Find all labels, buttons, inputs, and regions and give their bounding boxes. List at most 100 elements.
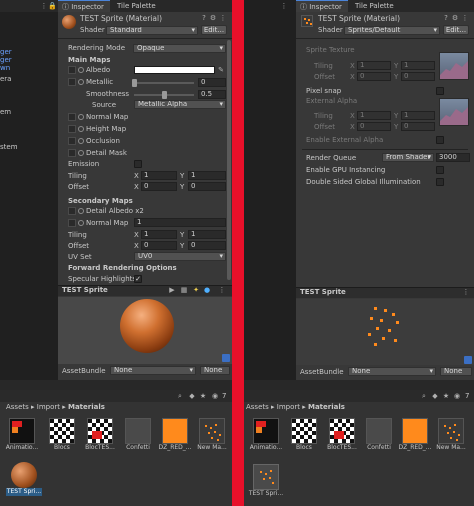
hierarchy-item[interactable]: em <box>0 108 11 117</box>
tiling-y-field[interactable]: 1 <box>401 61 435 70</box>
object-picker-icon[interactable] <box>78 208 84 214</box>
smoothness-value-field[interactable]: 0.5 <box>198 90 226 99</box>
asset-bloctest[interactable]: BlocTES... <box>82 418 118 452</box>
asset-blocs[interactable]: Blocs <box>44 418 80 452</box>
more-icon[interactable]: ⋮ <box>218 286 226 294</box>
asset-dz-red[interactable]: DZ_RED_... <box>397 418 433 452</box>
eye-icon[interactable]: ◉ <box>452 392 462 400</box>
more-icon[interactable]: ⋮ <box>461 14 469 22</box>
object-picker-icon[interactable] <box>78 138 84 144</box>
ext-offset-y-field[interactable]: 0 <box>401 122 435 131</box>
breadcrumb-materials[interactable]: Materials <box>68 403 105 411</box>
asset-dz-red[interactable]: DZ_RED_... <box>157 418 193 452</box>
ext-tiling-y-field[interactable]: 1 <box>401 111 435 120</box>
render-queue-mode-dropdown[interactable]: From Shader ▾ <box>382 153 434 162</box>
ext-offset-x-field[interactable]: 0 <box>357 122 391 131</box>
offset-x-field[interactable]: 0 <box>357 72 391 81</box>
offset-y-field[interactable]: 0 <box>188 182 226 191</box>
eyedropper-icon[interactable]: ✎ <box>217 66 225 74</box>
asset-blocs[interactable]: Blocs <box>286 418 322 452</box>
height-map-slot[interactable] <box>68 125 76 133</box>
asset-test-sprite[interactable]: TEST Spri... <box>6 462 42 496</box>
hierarchy-item[interactable]: wn <box>0 64 10 73</box>
offset-x-field[interactable]: 0 <box>141 182 177 191</box>
hierarchy-item[interactable]: stem <box>0 143 18 152</box>
albedo-texture-slot[interactable] <box>68 66 76 74</box>
more-icon[interactable]: ⋮ <box>462 288 470 296</box>
assetbundle-variant-dropdown[interactable]: None <box>440 367 472 376</box>
object-picker-icon[interactable] <box>78 126 84 132</box>
tiling2-x-field[interactable]: 1 <box>141 230 177 239</box>
kebab-menu-icon[interactable]: ⋮ <box>40 2 48 10</box>
uv-set-dropdown[interactable]: UV0 ▾ <box>134 252 226 261</box>
light-icon[interactable]: ✦ <box>192 286 200 294</box>
object-picker-icon[interactable] <box>78 67 84 73</box>
occlusion-slot[interactable] <box>68 137 76 145</box>
sprite-texture-thumbnail[interactable] <box>439 52 469 80</box>
render-queue-value-field[interactable]: 3000 <box>436 153 470 162</box>
object-picker-icon[interactable] <box>78 150 84 156</box>
color-wheel-icon[interactable]: ● <box>203 286 211 294</box>
normal-map-2-slot[interactable] <box>68 219 76 227</box>
tab-inspector[interactable]: ⓘ Inspector <box>58 0 110 12</box>
shader-edit-button[interactable]: Edit... <box>443 25 469 35</box>
pixel-snap-checkbox[interactable] <box>436 87 444 95</box>
eye-icon[interactable]: ◉ <box>210 392 220 400</box>
assetbundle-variant-dropdown[interactable]: None <box>200 366 230 375</box>
more-icon[interactable]: ⋮ <box>219 14 227 22</box>
tiling-y-field[interactable]: 1 <box>188 171 226 180</box>
search-icon[interactable]: ⌕ <box>420 392 428 400</box>
tab-inspector[interactable]: ⓘ Inspector <box>296 0 348 12</box>
mesh-select-icon[interactable]: ▦ <box>180 286 188 294</box>
rendering-mode-dropdown[interactable]: Opaque ▾ <box>133 44 226 53</box>
tiling2-y-field[interactable]: 1 <box>188 230 226 239</box>
lock-icon[interactable]: 🔒 <box>48 2 57 10</box>
help-icon[interactable]: ? <box>442 14 450 22</box>
smoothness-slider-handle[interactable] <box>162 91 167 99</box>
hierarchy-item[interactable]: era <box>0 75 11 84</box>
external-alpha-thumbnail[interactable] <box>439 98 469 126</box>
albedo-color-field[interactable] <box>134 66 215 74</box>
asset-bloctest[interactable]: BlocTES... <box>324 418 360 452</box>
source-dropdown[interactable]: Metallic Alpha ▾ <box>134 100 226 109</box>
tiling-x-field[interactable]: 1 <box>357 61 391 70</box>
metallic-slider-track[interactable] <box>134 82 194 84</box>
ext-tiling-x-field[interactable]: 1 <box>357 111 391 120</box>
offset2-x-field[interactable]: 0 <box>141 241 177 250</box>
inspector-scrollbar[interactable] <box>227 40 231 280</box>
assetbundle-dropdown[interactable]: None ▾ <box>348 367 436 376</box>
asset-new-material[interactable]: New Ma... <box>433 418 469 452</box>
emission-checkbox[interactable] <box>134 160 142 168</box>
help-icon[interactable]: ? <box>200 14 208 22</box>
asset-confetti[interactable]: Confetti <box>120 418 156 452</box>
asset-animation[interactable]: Animatio... <box>248 418 284 452</box>
metallic-texture-slot[interactable] <box>68 78 76 86</box>
sprite-preview-area[interactable] <box>296 299 474 365</box>
settings-icon[interactable]: ⚙ <box>451 14 459 22</box>
kebab-menu-icon[interactable]: ⋮ <box>280 2 288 10</box>
detail-mask-slot[interactable] <box>68 149 76 157</box>
asset-new-material[interactable]: New Ma... <box>194 418 230 452</box>
asset-test-sprite[interactable]: TEST Spri... <box>248 464 284 498</box>
gpu-instancing-checkbox[interactable] <box>436 166 444 174</box>
specular-highlights-checkbox[interactable]: ✓ <box>134 275 142 283</box>
metallic-value-field[interactable]: 0 <box>198 78 226 87</box>
enable-external-alpha-checkbox[interactable] <box>436 136 444 144</box>
object-picker-icon[interactable] <box>78 114 84 120</box>
assetbundle-dropdown[interactable]: None ▾ <box>110 366 196 375</box>
asset-confetti[interactable]: Confetti <box>361 418 397 452</box>
tiling-x-field[interactable]: 1 <box>141 171 177 180</box>
filter-icon[interactable]: ◆ <box>188 392 196 400</box>
star-icon[interactable]: ★ <box>199 392 207 400</box>
shader-dropdown[interactable]: Standard ▾ <box>106 26 198 35</box>
detail-albedo-slot[interactable] <box>68 207 76 215</box>
object-picker-icon[interactable] <box>78 220 84 226</box>
shader-edit-button[interactable]: Edit... <box>201 25 227 35</box>
settings-icon[interactable]: ⚙ <box>209 14 217 22</box>
metallic-slider-handle[interactable] <box>132 79 137 87</box>
breadcrumb-assets[interactable]: Assets <box>246 403 269 411</box>
shader-dropdown[interactable]: Sprites/Default ▾ <box>344 26 440 35</box>
filter-icon[interactable]: ◆ <box>431 392 439 400</box>
play-icon[interactable]: ▶ <box>168 286 176 294</box>
tag-icon[interactable] <box>464 356 472 364</box>
